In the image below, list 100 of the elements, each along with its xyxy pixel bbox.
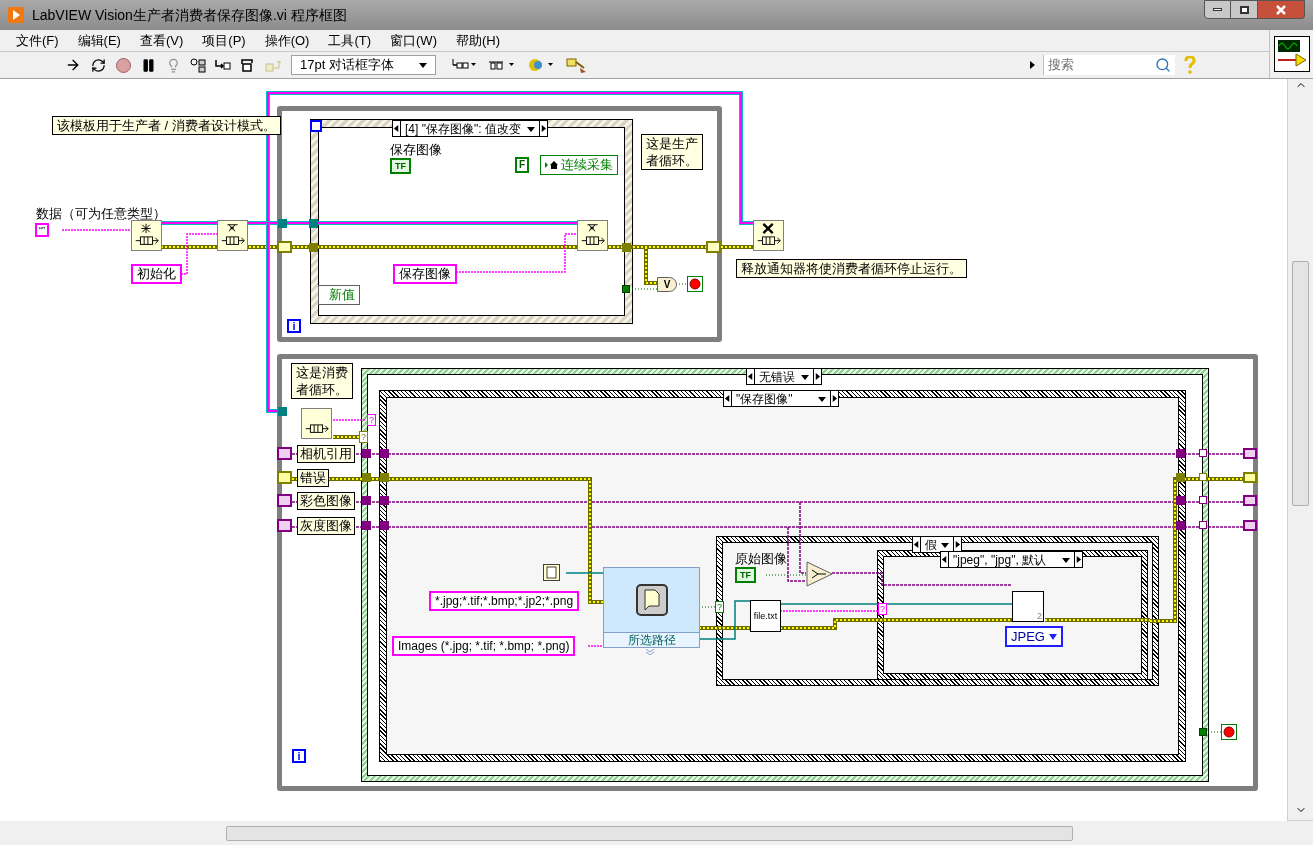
dropdown-caret-icon[interactable] — [801, 372, 809, 381]
loop-iteration-terminal: i — [292, 749, 306, 763]
run-continuously-icon[interactable] — [89, 56, 107, 74]
menu-item[interactable]: 工具(T) — [328, 30, 372, 51]
menu-item[interactable]: 文件(F) — [16, 30, 59, 51]
unwired-tunnel-mark: ? — [878, 603, 887, 615]
shift-register-terminal — [1243, 520, 1257, 531]
path-constant[interactable]: file.txt — [750, 600, 781, 632]
boolean-terminal[interactable]: TF — [390, 158, 411, 174]
tunnel-terminal — [1199, 521, 1207, 529]
string-constant[interactable]: *.jpg;*.tif;*.bmp;*.jp2;*.png — [429, 591, 580, 611]
tunnel-terminal — [1199, 728, 1207, 736]
enum-constant[interactable]: JPEG — [1005, 626, 1063, 647]
minimize-button[interactable] — [1204, 0, 1231, 19]
scrollbar-thumb[interactable] — [1292, 261, 1309, 506]
scrollbar-thumb[interactable] — [226, 825, 1073, 841]
retain-values-icon[interactable] — [189, 56, 207, 74]
dropdown-caret-icon[interactable] — [1062, 555, 1070, 564]
increment-arrow-icon[interactable] — [539, 121, 547, 136]
wire — [332, 435, 361, 439]
shift-register-label: 彩色图像 — [297, 492, 355, 510]
stop-icon — [687, 276, 703, 292]
unwired-tunnel-mark: ? — [359, 431, 368, 443]
menu-item[interactable]: 项目(P) — [202, 30, 246, 51]
string-constant[interactable]: 初始化 — [131, 264, 182, 284]
increment-arrow-icon[interactable] — [1074, 552, 1082, 567]
queue-function-icon[interactable] — [217, 220, 248, 251]
menu-item[interactable]: 帮助(H) — [455, 30, 500, 51]
expand-arrow-icon[interactable] — [1030, 61, 1035, 69]
string-constant[interactable]: 保存图像 — [393, 264, 457, 284]
increment-arrow-icon[interactable] — [813, 369, 821, 384]
tunnel-terminal — [1176, 449, 1185, 458]
dialog-output-terminal[interactable]: 所选路径 — [603, 632, 700, 648]
boolean-constant[interactable]: F — [515, 157, 530, 173]
constant-label: 数据（可为任意类型） — [36, 205, 166, 223]
dropdown-caret-icon[interactable] — [1048, 633, 1057, 640]
menu-item[interactable]: 查看(V) — [139, 30, 184, 51]
tunnel-terminal — [622, 285, 630, 293]
search-icon[interactable] — [1155, 57, 1171, 73]
decrement-arrow-icon[interactable] — [393, 121, 401, 136]
string-constant[interactable]: “” — [35, 223, 49, 237]
close-button[interactable] — [1258, 0, 1305, 19]
increment-arrow-icon[interactable] — [830, 391, 838, 406]
stop-icon — [1221, 724, 1237, 740]
local-variable-label: 连续采集 — [561, 156, 613, 174]
string-constant[interactable]: Images (*.jpg; *.tif; *.bmp; *.png) — [392, 636, 576, 656]
search-input[interactable]: 搜索 — [1048, 55, 1155, 75]
queue-function-icon[interactable] — [753, 220, 784, 251]
menu-item[interactable]: 编辑(E) — [77, 30, 121, 51]
house-arrow-icon — [545, 160, 559, 170]
decrement-arrow-icon[interactable] — [747, 369, 755, 384]
dropdown-caret-icon[interactable] — [527, 124, 535, 133]
abort-icon[interactable] — [114, 56, 132, 74]
tunnel-terminal — [1199, 449, 1207, 457]
queue-function-icon[interactable] — [301, 408, 332, 439]
loop-iteration-terminal: i — [287, 319, 301, 333]
file-dialog-node[interactable] — [603, 567, 700, 633]
case-selector[interactable]: "保存图像" — [723, 390, 839, 407]
queue-function-icon[interactable] — [577, 220, 608, 251]
tunnel-terminal — [1199, 496, 1207, 504]
tunnel-terminal — [278, 407, 287, 416]
event-timeout-icon — [310, 120, 322, 132]
case-selector[interactable]: 无错误 — [746, 368, 822, 385]
menu-item[interactable]: 窗口(W) — [390, 30, 437, 51]
maximize-button[interactable] — [1231, 0, 1258, 19]
boolean-terminal[interactable]: TF — [735, 567, 756, 583]
menu-item[interactable]: 操作(O) — [264, 30, 310, 51]
window-title: LabVIEW Vision生产者消费者保存图像.vi 程序框图 — [32, 5, 347, 25]
tunnel-terminal — [309, 219, 318, 228]
comment-note: 释放通知器将使消费者循环停止运行。 — [736, 259, 967, 278]
cleanup-broom-icon[interactable] — [566, 56, 588, 74]
save-image-node: 2 — [1012, 591, 1044, 622]
dropdown-caret-icon[interactable] — [941, 540, 949, 549]
tunnel-terminal — [1199, 473, 1207, 481]
file-dialog-icon — [635, 584, 668, 616]
local-variable[interactable]: 连续采集 — [540, 155, 618, 175]
decrement-arrow-icon[interactable] — [913, 537, 921, 552]
vi-icon[interactable] — [1273, 36, 1310, 72]
dropdown-caret-icon[interactable] — [818, 394, 826, 403]
tunnel-terminal — [1176, 496, 1185, 505]
app-logo-icon — [8, 7, 24, 23]
shift-register-terminal — [1243, 472, 1257, 483]
comment-note: 该模板用于生产者 / 消费者设计模式。 — [52, 116, 281, 135]
shift-register-terminal — [1243, 448, 1257, 459]
reorder-icon[interactable] — [527, 56, 555, 74]
search-field[interactable]: 搜索 — [1043, 55, 1175, 75]
dropdown-caret-icon — [419, 61, 427, 69]
control-label: 保存图像 — [390, 141, 442, 159]
font-dropdown[interactable]: 17pt 对话框字体 — [291, 55, 436, 75]
tunnel-terminal — [1176, 521, 1185, 530]
queue-function-icon[interactable] — [131, 220, 162, 251]
decrement-arrow-icon[interactable] — [941, 552, 949, 567]
shift-register-terminal — [277, 241, 292, 253]
block-diagram-canvas[interactable] — [0, 79, 1287, 821]
event-case-selector[interactable]: [4] "保存图像": 值改变 — [392, 120, 548, 137]
shift-register-terminal — [1243, 495, 1257, 506]
case-selector[interactable]: 假 — [912, 536, 962, 553]
decrement-arrow-icon[interactable] — [724, 391, 732, 406]
case-selector[interactable]: "jpeg", "jpg", 默认 — [940, 551, 1083, 568]
shift-register-label: 灰度图像 — [297, 517, 355, 535]
